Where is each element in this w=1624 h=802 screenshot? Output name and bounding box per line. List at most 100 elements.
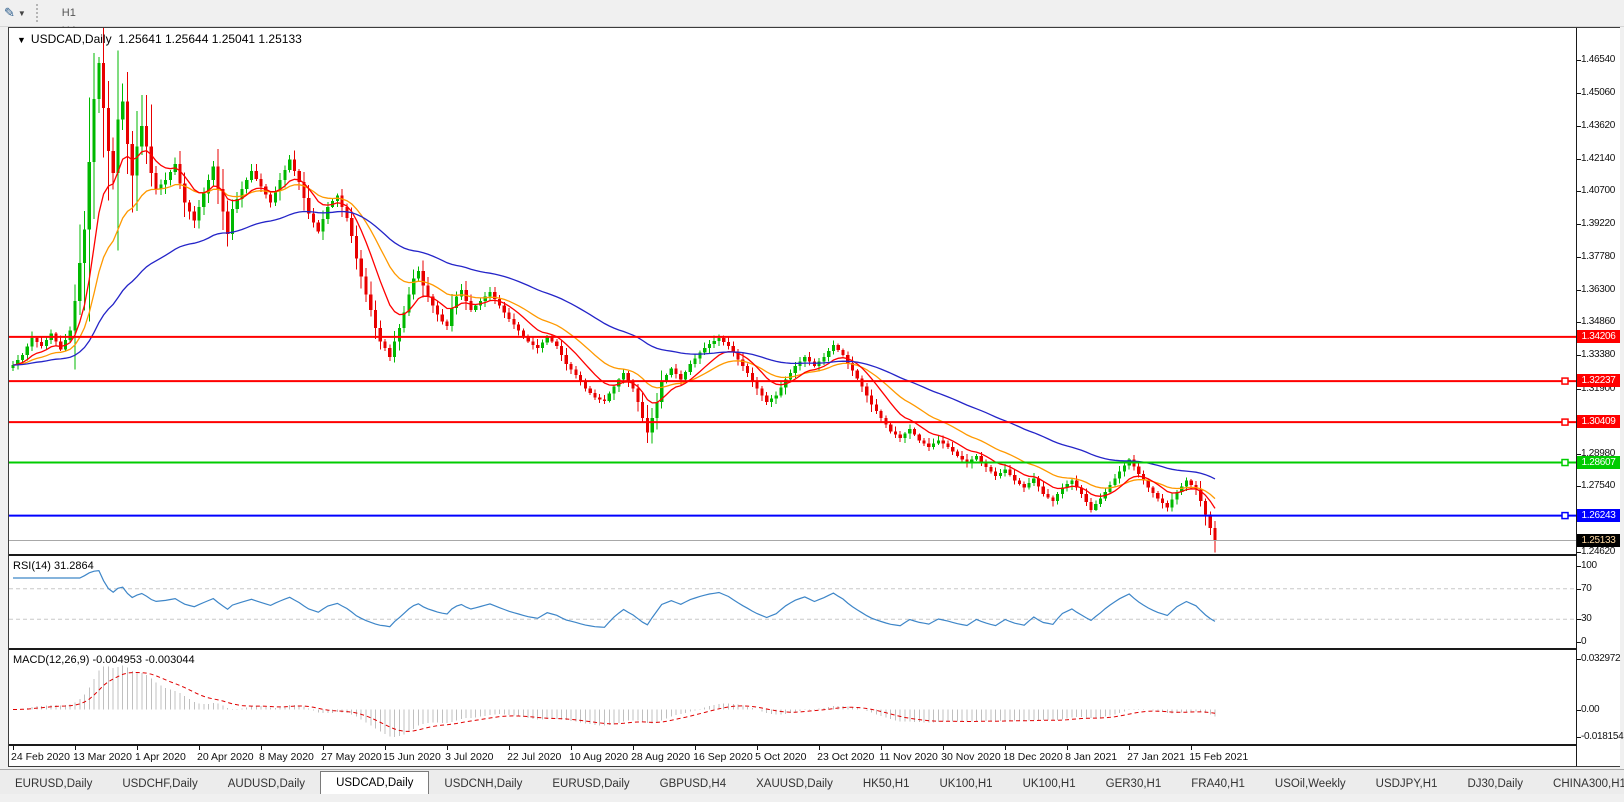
rsi-panel[interactable] <box>9 558 1576 648</box>
price-line-label: 1.26243 <box>1577 508 1620 522</box>
cursor-tool-button[interactable]: ✎ ▼ <box>4 5 26 21</box>
rsi-scale-label: 0 <box>1581 636 1587 647</box>
line-handle[interactable] <box>1561 418 1569 426</box>
macd-scale-label: -0.018154 <box>1581 731 1624 743</box>
chart-tab-UK100-H1[interactable]: UK100,H1 <box>925 775 1008 794</box>
time-scale-tick <box>1129 746 1131 750</box>
toolbar-grip <box>35 4 41 22</box>
current-price-label: 1.25133 <box>1577 533 1620 547</box>
chart-tab-DJ30-Daily[interactable]: DJ30,Daily <box>1452 775 1538 794</box>
chart-tab-GBPUSD-H4[interactable]: GBPUSD,H4 <box>645 775 741 794</box>
price-scale-label: 1.27540 <box>1581 480 1616 492</box>
macd-svg <box>13 665 1216 737</box>
time-scale[interactable]: 24 Feb 2020 13 Mar 2020 1 Apr 2020 20 Apr 2… <box>9 746 1619 766</box>
chart-tab-EURUSD-Daily[interactable]: EURUSD,Daily <box>537 775 644 794</box>
chart-tab-USDCHF-Daily[interactable]: USDCHF,Daily <box>107 775 212 794</box>
price-scale[interactable]: 1.46540 1.45060 1.43620 1.42140 1.40700 1.392… <box>1577 28 1624 766</box>
chart-tab-CHINA300-H1[interactable]: CHINA300,H1 <box>1538 775 1624 794</box>
chart-tab-EURUSD-Daily[interactable]: EURUSD,Daily <box>0 775 107 794</box>
line-handle[interactable] <box>1561 511 1569 520</box>
time-scale-tick <box>757 746 759 750</box>
price-scale-label: 1.40700 <box>1581 185 1616 197</box>
chevron-down-icon[interactable]: ▼ <box>18 9 26 18</box>
time-scale-label: 8 Jan 2021 <box>1065 751 1118 763</box>
time-scale-label: 5 Oct 2020 <box>755 751 807 763</box>
time-scale-tick <box>1191 746 1193 750</box>
chart-tab-USDCAD-Daily[interactable]: USDCAD,Daily <box>320 771 430 794</box>
rsi-scale-label: 30 <box>1581 613 1592 625</box>
time-scale-label: 1 Apr 2020 <box>135 751 186 763</box>
chart-tab-USDCNH-Daily[interactable]: USDCNH,Daily <box>429 775 537 794</box>
macd-indicator-label: MACD(12,26,9) -0.004953 -0.003044 <box>13 654 195 666</box>
chart-tab-AUDUSD-Daily[interactable]: AUDUSD,Daily <box>213 775 320 794</box>
timeframe-toolbar: ✎ ▼ M1M5M15M30H1H4D1W1MN <box>0 0 1624 91</box>
time-scale-tick <box>1067 746 1069 750</box>
time-scale-tick <box>943 746 945 750</box>
time-scale-label: 3 Jul 2020 <box>445 751 494 763</box>
time-scale-label: 16 Sep 2020 <box>693 751 753 763</box>
line-handle[interactable] <box>1561 458 1569 467</box>
chart-tab-FRA40-H1[interactable]: FRA40,H1 <box>1176 775 1260 794</box>
time-scale-tick <box>323 746 325 750</box>
time-scale-label: 13 Mar 2020 <box>73 751 132 763</box>
pen-cursor-icon: ✎ <box>4 5 15 20</box>
macd-panel[interactable] <box>9 652 1576 744</box>
time-scale-tick <box>75 746 76 750</box>
time-scale-label: 20 Apr 2020 <box>197 751 254 763</box>
macd-scale-label: 0.00 <box>1581 703 1600 715</box>
price-scale-label: 1.46540 <box>1581 54 1616 66</box>
time-scale-label: 15 Feb 2021 <box>1189 751 1249 763</box>
time-scale-tick <box>509 746 511 750</box>
time-scale-label: 27 May 2020 <box>321 751 382 763</box>
price-line-label: 1.32237 <box>1577 374 1620 388</box>
time-scale-label: 15 Jun 2020 <box>383 751 441 763</box>
line-handle[interactable] <box>1561 377 1569 385</box>
chart-tab-XAUUSD-Daily[interactable]: XAUUSD,Daily <box>741 775 848 794</box>
price-scale-label: 1.36300 <box>1581 283 1616 295</box>
panel-splitter[interactable] <box>9 554 1619 556</box>
ma-line-mid <box>12 183 1216 500</box>
price-scale-label: 1.34860 <box>1581 316 1616 328</box>
chart-tab-GER30-H1[interactable]: GER30,H1 <box>1091 775 1177 794</box>
macd-scale-label: 0.032972 <box>1581 652 1621 664</box>
time-scale-label: 8 May 2020 <box>259 751 314 763</box>
price-line-label: 1.34206 <box>1577 329 1620 343</box>
price-scale-label: 1.24620 <box>1581 546 1616 557</box>
price-scale-label: 1.39220 <box>1581 218 1616 230</box>
main-chart-panel[interactable] <box>9 28 1576 554</box>
chart-tab-UK100-H1[interactable]: UK100,H1 <box>1008 775 1091 794</box>
chart-title: ▼ USDCAD,Daily 1.25641 1.25644 1.25041 1.… <box>17 32 302 46</box>
price-scale-label: 1.43620 <box>1581 119 1616 131</box>
time-scale-label: 18 Dec 2020 <box>1003 751 1063 763</box>
price-line-label: 1.28607 <box>1577 455 1620 469</box>
price-scale-label: 1.45060 <box>1581 87 1616 99</box>
chart-ohlc-values: 1.25641 1.25644 1.25041 1.25133 <box>118 32 302 46</box>
price-scale-label: 1.33380 <box>1581 349 1616 361</box>
ma-line-fast <box>12 149 1216 509</box>
rsi-indicator-label: RSI(14) 31.2864 <box>13 560 94 572</box>
time-scale-tick <box>633 746 635 750</box>
time-scale-label: 22 Jul 2020 <box>507 751 562 763</box>
chart-tab-USDJPY-H1[interactable]: USDJPY,H1 <box>1361 775 1453 794</box>
rsi-scale-label: 100 <box>1581 560 1597 571</box>
chart-symbol-label: USDCAD,Daily <box>30 32 112 46</box>
price-scale-label: 1.37780 <box>1581 250 1616 262</box>
chart-tab-HK50-H1[interactable]: HK50,H1 <box>848 775 925 794</box>
rsi-scale-label: 70 <box>1581 582 1592 594</box>
rsi-svg <box>9 569 1576 628</box>
time-scale-tick <box>385 746 387 750</box>
time-scale-label: 28 Aug 2020 <box>631 751 691 763</box>
collapse-arrow-icon[interactable]: ▼ <box>17 35 26 45</box>
price-chart-svg <box>9 28 1576 553</box>
time-scale-tick <box>1005 746 1007 750</box>
timeframe-button-H1[interactable]: H1 <box>50 4 88 22</box>
time-scale-tick <box>571 746 573 750</box>
panel-splitter[interactable] <box>9 648 1619 650</box>
chart-tab-USOil-Weekly[interactable]: USOil,Weekly <box>1260 775 1361 794</box>
time-scale-tick <box>881 746 883 750</box>
time-scale-label: 27 Jan 2021 <box>1127 751 1185 763</box>
time-scale-label: 24 Feb 2020 <box>11 751 70 763</box>
price-line-label: 1.30409 <box>1577 415 1620 429</box>
time-scale-label: 11 Nov 2020 <box>879 751 938 763</box>
time-scale-tick <box>137 746 139 750</box>
